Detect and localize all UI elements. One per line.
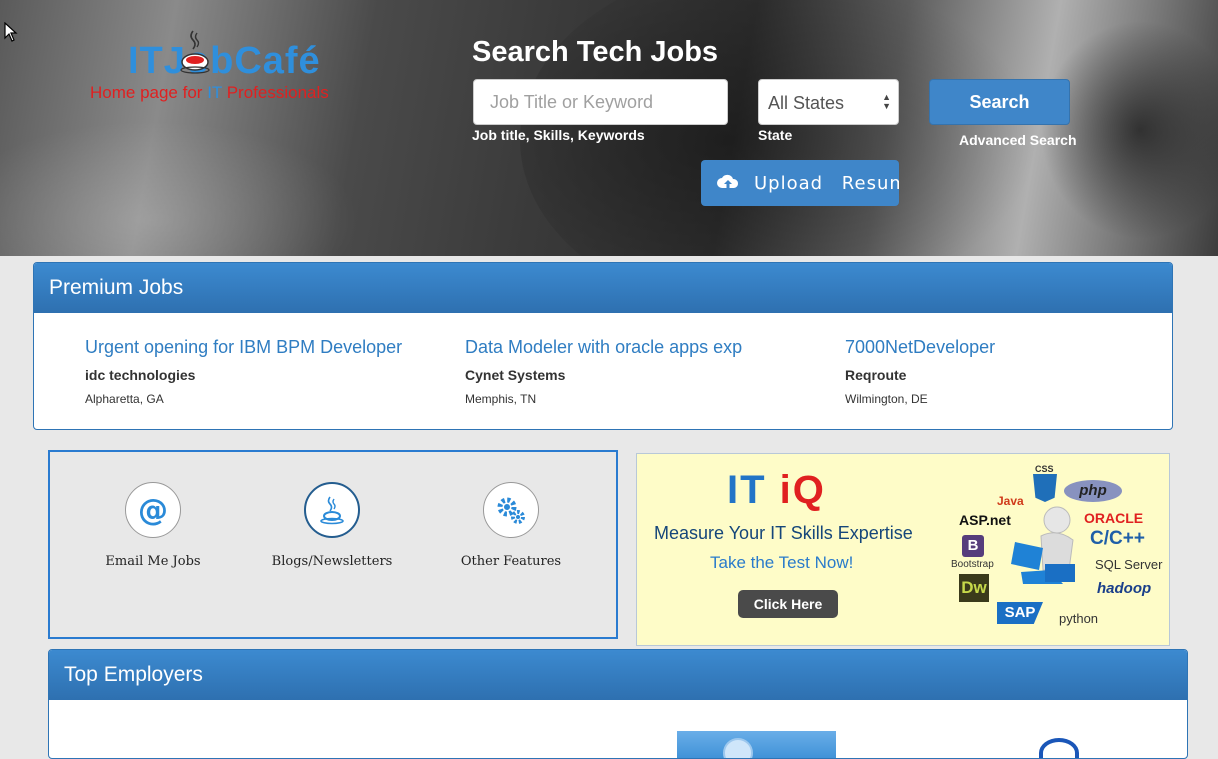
svg-text:@: @ <box>138 493 168 527</box>
job-company: idc technologies <box>85 367 196 383</box>
feature-label: Email Me Jobs <box>105 554 201 569</box>
feature-label: Blogs/Newsletters <box>271 554 393 569</box>
job-location: Alpharetta, GA <box>85 392 164 406</box>
logo-tagline: Home page for IT Professionals <box>90 83 329 103</box>
search-button[interactable]: Search <box>929 79 1070 125</box>
hero-background-shape <box>0 120 360 256</box>
css3-shield-icon <box>1033 474 1057 502</box>
email-me-jobs-link[interactable]: @ Email Me Jobs <box>73 482 233 569</box>
keyword-input[interactable] <box>473 79 728 125</box>
employer-logo-emblem-icon <box>723 738 753 758</box>
select-arrows-icon: ▲ ▼ <box>882 92 891 111</box>
dreamweaver-logo: Dw <box>959 574 989 602</box>
premium-jobs-panel: Premium Jobs Urgent opening for IBM BPM … <box>33 262 1173 430</box>
cloud-upload-icon <box>717 173 739 198</box>
advanced-search-link[interactable]: Advanced Search <box>959 132 1077 148</box>
top-employers-panel: Top Employers <box>48 649 1188 759</box>
state-help-text: State <box>758 127 793 143</box>
job-title-link[interactable]: Data Modeler with oracle apps exp <box>465 337 825 358</box>
gears-icon <box>483 482 539 538</box>
ad-brand-iq: iQ <box>779 468 826 512</box>
job-title-link[interactable]: Urgent opening for IBM BPM Developer <box>85 337 445 358</box>
state-select[interactable]: All States ▲ ▼ <box>758 79 899 125</box>
job-card: Data Modeler with oracle apps exp Cynet … <box>465 337 825 406</box>
python-logo: python <box>1059 611 1099 626</box>
sql-server-logo: SQL Server <box>1095 557 1163 572</box>
site-logo[interactable]: ITJobCafé Home page for IT Professionals <box>88 28 388 108</box>
coffee-cup-icon <box>304 482 360 538</box>
job-location: Wilmington, DE <box>845 392 928 406</box>
tagline-it: IT <box>207 83 222 102</box>
blogs-newsletters-link[interactable]: Blogs/Newsletters <box>252 482 412 569</box>
job-card: 7000NetDeveloper Reqroute Wilmington, DE <box>845 337 1172 406</box>
ad-subline: Take the Test Now! <box>710 553 854 572</box>
aspnet-logo: ASP.net <box>959 512 1011 528</box>
job-company: Reqroute <box>845 367 907 383</box>
hadoop-logo: hadoop <box>1097 580 1152 597</box>
css-logo: CSS <box>1035 464 1054 474</box>
hero-banner: ITJobCafé Home page for IT Professionals… <box>0 0 1218 256</box>
premium-jobs-title: Premium Jobs <box>34 263 1172 313</box>
at-sign-icon: @ <box>125 482 181 538</box>
upload-resume-button[interactable]: Upload Resume <box>701 160 899 206</box>
employer-logo[interactable] <box>677 731 836 758</box>
other-features-link[interactable]: Other Features <box>431 482 591 569</box>
bootstrap-logo: Bootstrap <box>951 559 994 570</box>
bootstrap-b-icon: B <box>962 535 984 557</box>
top-employers-title: Top Employers <box>49 650 1187 700</box>
ad-brand-it: IT <box>727 468 767 512</box>
ad-headline: Measure Your IT Skills Expertise <box>654 523 913 543</box>
ad-click-here-button[interactable]: Click Here <box>738 590 838 618</box>
feature-label: Other Features <box>460 554 562 569</box>
job-location: Memphis, TN <box>465 392 537 406</box>
itiq-ad-banner[interactable]: IT iQ Measure Your IT Skills Expertise T… <box>636 453 1170 646</box>
state-select-value: All States <box>768 93 845 113</box>
coffee-cup-logo-icon <box>180 28 210 76</box>
php-logo: php <box>1064 480 1122 502</box>
keyword-help-text: Job title, Skills, Keywords <box>472 127 645 143</box>
search-title: Search Tech Jobs <box>472 36 719 68</box>
job-company: Cynet Systems <box>465 367 566 383</box>
upload-resume-label: Upload Resume <box>754 173 899 194</box>
hero-background-shape <box>1040 20 1218 240</box>
tagline-part: Home page for <box>90 83 208 102</box>
computer-user-illustration-icon <box>1011 506 1075 584</box>
cpp-logo: C/C++ <box>1090 528 1145 549</box>
job-card: Urgent opening for IBM BPM Developer idc… <box>85 337 445 406</box>
ad-brand: IT iQ <box>727 468 826 513</box>
features-panel: @ Email Me Jobs Blogs/Newsletters Other … <box>48 450 618 639</box>
job-title-link[interactable]: 7000NetDeveloper <box>845 337 1172 358</box>
employer-logo[interactable] <box>1039 738 1079 758</box>
logo-text: ITJobCafé <box>128 40 321 82</box>
tagline-part: Professionals <box>222 83 329 102</box>
sap-logo: SAP <box>997 602 1043 624</box>
